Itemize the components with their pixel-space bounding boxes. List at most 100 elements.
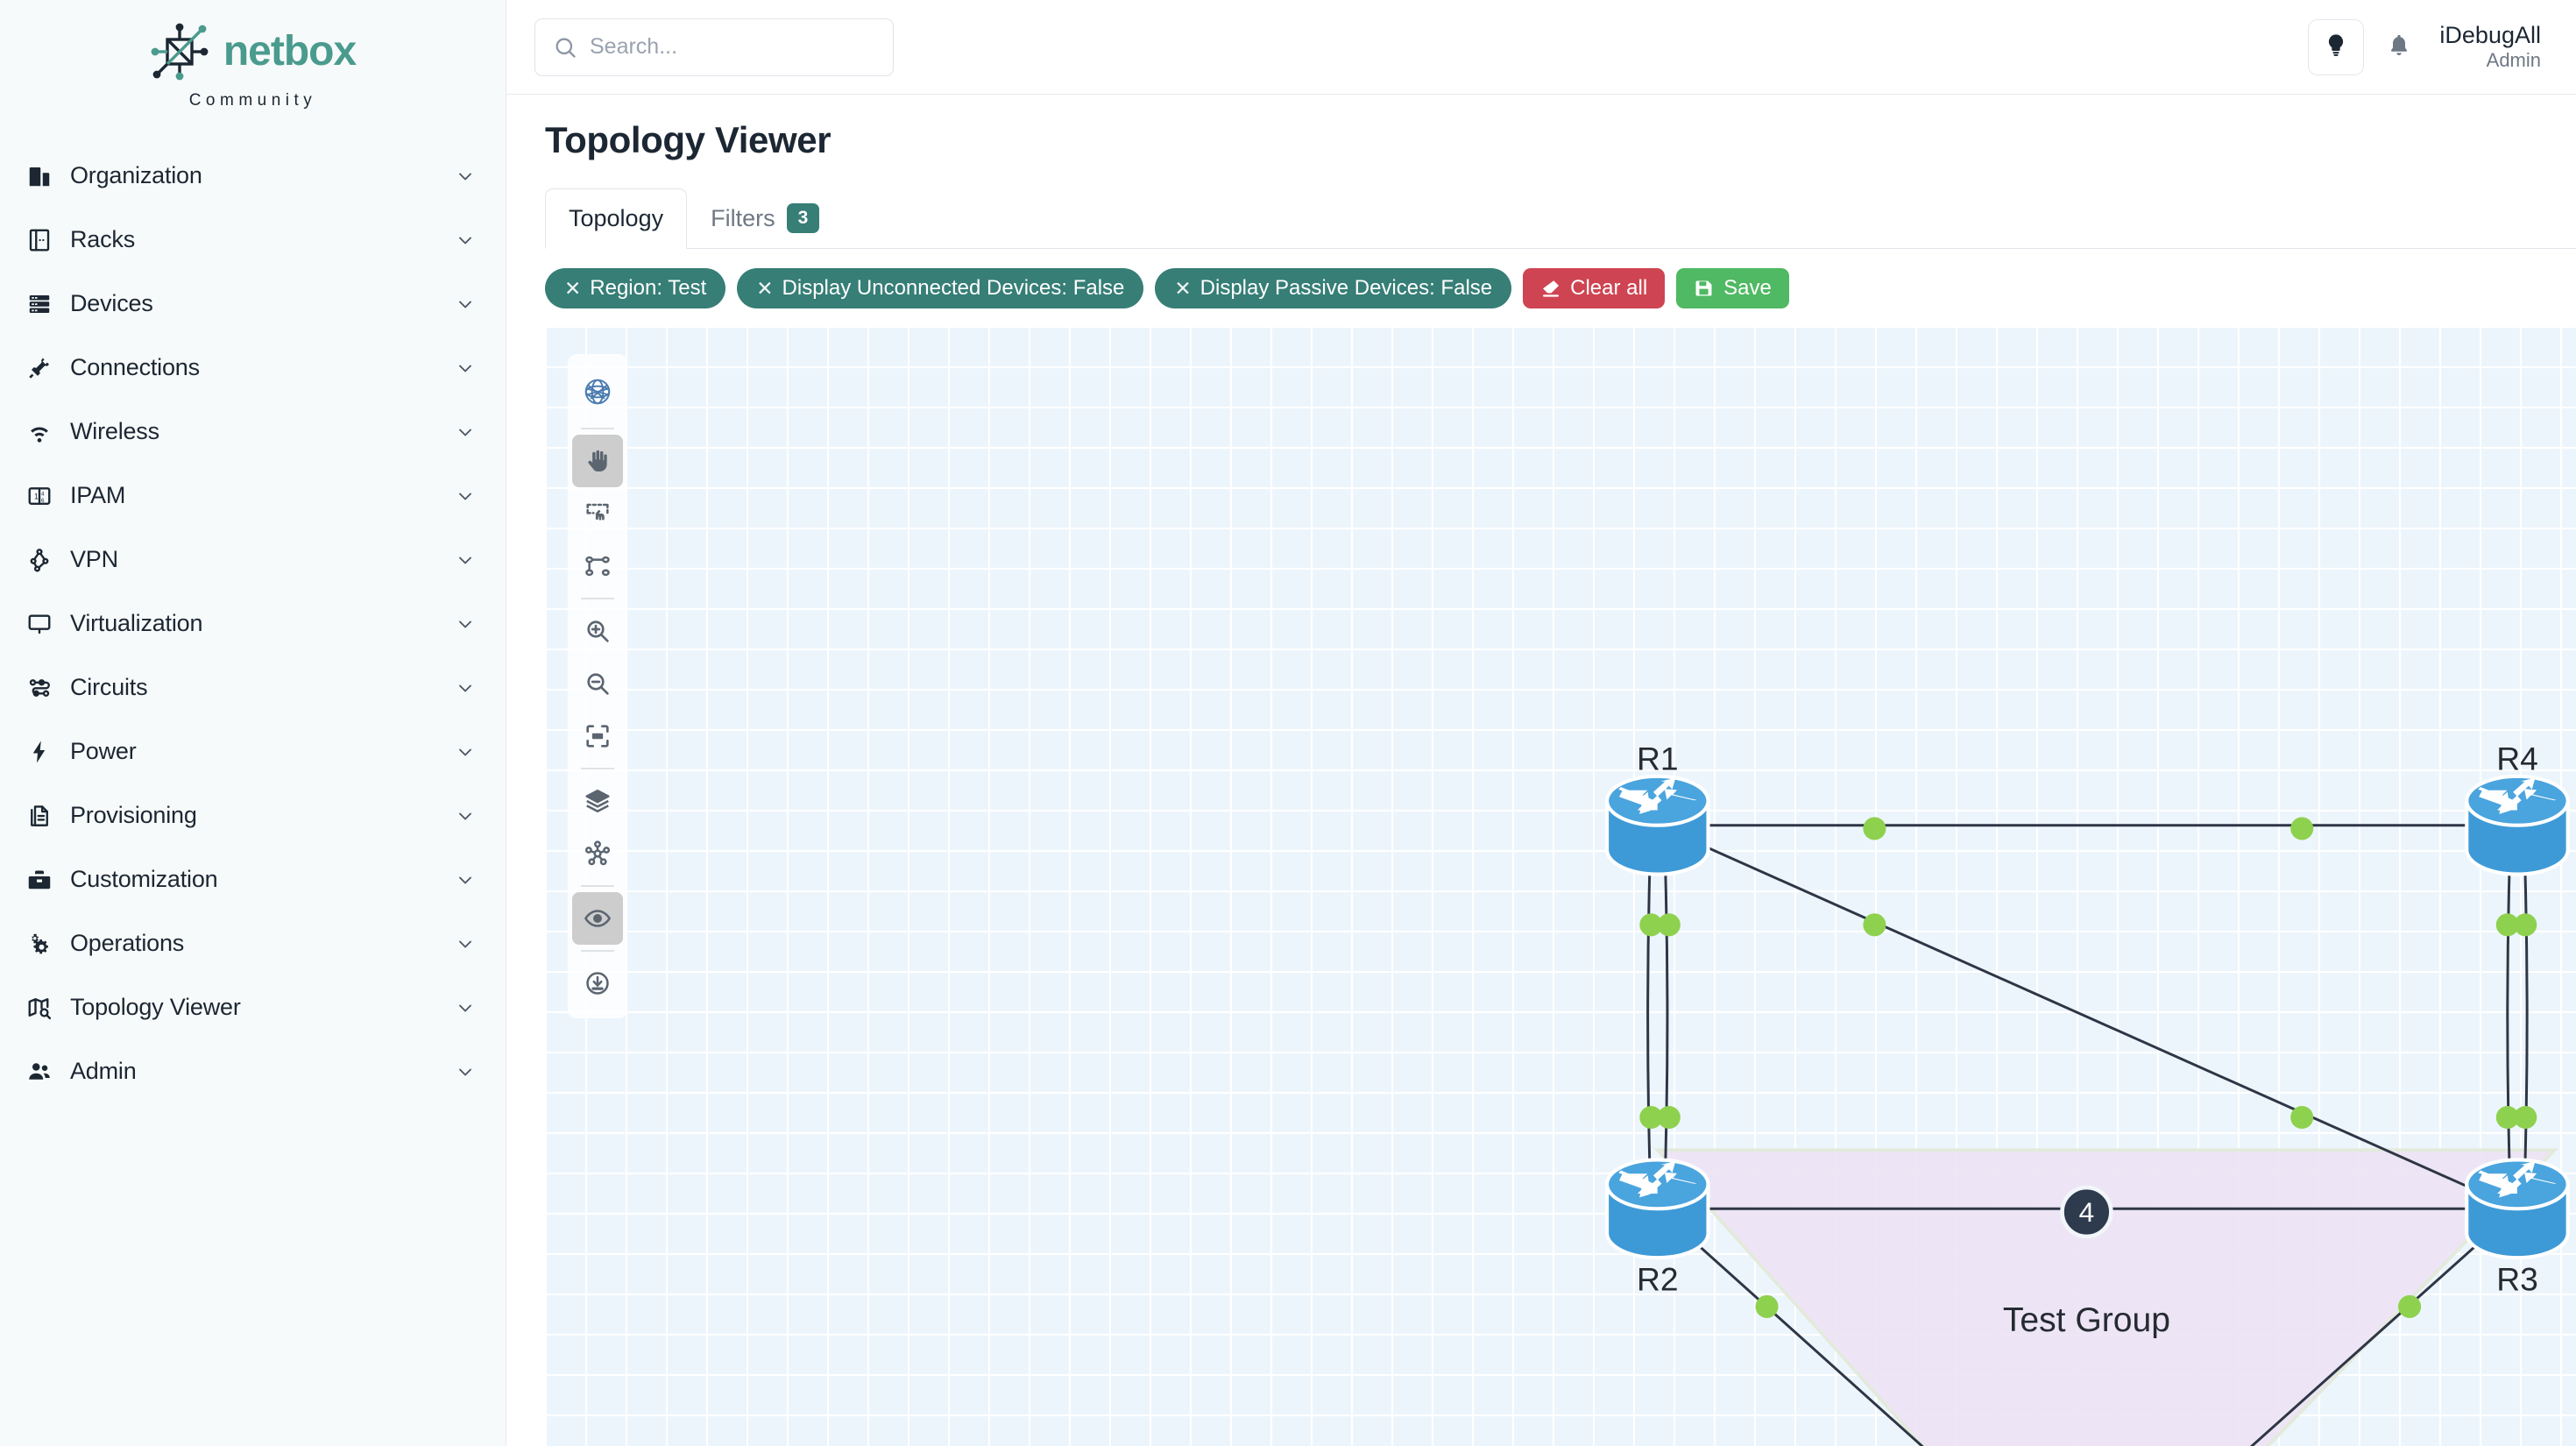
sidebar-item-label: Circuits <box>70 674 148 700</box>
search-input[interactable] <box>590 34 875 60</box>
svg-text:4: 4 <box>41 491 45 497</box>
circuit-icon <box>26 675 61 701</box>
fit-screen-tool[interactable] <box>572 710 623 762</box>
brand-edition: Community <box>188 91 317 110</box>
topology-toolbar <box>568 354 627 1019</box>
tab-topology[interactable]: Topology <box>545 188 688 250</box>
search-box[interactable] <box>534 18 894 76</box>
action-label: Save <box>1723 276 1772 301</box>
sidebar-item-wireless[interactable]: Wireless <box>0 400 506 464</box>
chevron-down-icon[interactable] <box>455 486 476 507</box>
sidebar-item-virtualization[interactable]: Virtualization <box>0 592 506 656</box>
chevron-down-icon[interactable] <box>455 166 476 187</box>
chevron-down-icon[interactable] <box>455 613 476 634</box>
topology-link[interactable] <box>2522 825 2529 1209</box>
eraser-icon <box>1540 278 1561 299</box>
link-endpoint-marker[interactable] <box>2514 913 2537 937</box>
visibility-tool[interactable] <box>572 892 623 946</box>
device-node[interactable]: R4 <box>2465 741 2570 876</box>
sidebar-item-racks[interactable]: Racks <box>0 208 506 272</box>
zoom-out-tool[interactable] <box>572 657 623 710</box>
topology-link[interactable] <box>2506 825 2513 1209</box>
filter-chip[interactable]: ✕ Display Unconnected Devices: False <box>737 268 1144 309</box>
users-icon <box>26 1059 61 1085</box>
user-menu[interactable]: iDebugAll Admin <box>2434 22 2541 71</box>
sidebar-item-operations[interactable]: Operations <box>0 911 506 975</box>
filter-chip[interactable]: ✕ Display Passive Devices: False <box>1155 268 1512 309</box>
sidebar-item-vpn[interactable]: VPN <box>0 528 506 592</box>
zoom-in-tool[interactable] <box>572 605 623 657</box>
notifications-button[interactable] <box>2387 32 2411 62</box>
hub-tool[interactable] <box>572 827 623 880</box>
topology-logo[interactable] <box>572 361 623 422</box>
link-endpoint-marker[interactable] <box>2514 1106 2537 1130</box>
box-select-tool[interactable] <box>572 487 623 540</box>
link-endpoint-marker[interactable] <box>1863 913 1886 937</box>
layers-icon <box>584 787 612 815</box>
chevron-down-icon[interactable] <box>455 549 476 571</box>
link-endpoint-marker[interactable] <box>1657 1106 1681 1130</box>
chevron-down-icon[interactable] <box>455 677 476 698</box>
layers-tool[interactable] <box>572 775 623 827</box>
svg-text:1: 1 <box>34 492 39 500</box>
remove-filter-icon[interactable]: ✕ <box>564 278 581 299</box>
fit-screen-icon <box>584 722 612 750</box>
topbar: iDebugAll Admin <box>506 0 2576 95</box>
remove-filter-icon[interactable]: ✕ <box>1174 278 1191 299</box>
link-endpoint-marker[interactable] <box>1657 913 1681 937</box>
link-endpoint-marker[interactable] <box>2290 1106 2314 1130</box>
pan-tool[interactable] <box>572 435 623 488</box>
remove-filter-icon[interactable]: ✕ <box>756 278 773 299</box>
sidebar-item-label: Racks <box>70 226 136 252</box>
topology-link[interactable] <box>1646 825 1652 1209</box>
gears-icon <box>26 931 61 957</box>
topology-canvas[interactable]: Test Group 4 R1 R4 R2 R3 <box>545 326 2576 1446</box>
chevron-down-icon[interactable] <box>455 1061 476 1082</box>
chevron-down-icon[interactable] <box>455 294 476 315</box>
sidebar-item-organization[interactable]: Organization <box>0 144 506 208</box>
sidebar-item-admin[interactable]: Admin <box>0 1039 506 1103</box>
chevron-down-icon[interactable] <box>455 805 476 826</box>
device-node[interactable]: R3 <box>2465 1158 2570 1298</box>
sidebar-item-label: Devices <box>70 290 153 316</box>
filter-chip[interactable]: ✕ Region: Test <box>545 268 726 309</box>
tab-filters[interactable]: Filters 3 <box>687 187 843 249</box>
chevron-down-icon[interactable] <box>455 869 476 890</box>
device-node-label: R3 <box>2496 1261 2538 1298</box>
sidebar-item-power[interactable]: Power <box>0 719 506 783</box>
chevron-down-icon[interactable] <box>455 933 476 954</box>
chevron-down-icon[interactable] <box>455 230 476 251</box>
chevron-down-icon[interactable] <box>455 997 476 1018</box>
brand[interactable]: netbox Community <box>0 0 506 130</box>
device-node[interactable]: R1 <box>1605 741 1710 876</box>
sidebar-item-ipam[interactable]: 1 4 6 IPAM <box>0 464 506 528</box>
topology-graph[interactable]: Test Group 4 R1 R4 R2 R3 <box>545 326 2576 1446</box>
clear-all-button[interactable]: Clear all <box>1523 268 1666 309</box>
globe-mesh-icon <box>581 375 614 408</box>
device-node[interactable]: R2 <box>1605 1158 1710 1298</box>
sidebar-item-provisioning[interactable]: Provisioning <box>0 783 506 847</box>
sidebar-item-connections[interactable]: Connections <box>0 336 506 400</box>
link-endpoint-marker[interactable] <box>2290 817 2314 840</box>
search-icon <box>553 35 577 60</box>
link-endpoint-marker[interactable] <box>2398 1295 2422 1319</box>
save-button[interactable]: Save <box>1676 268 1789 309</box>
download-tool[interactable] <box>572 957 623 1010</box>
sidebar-item-topology-viewer[interactable]: Topology Viewer <box>0 975 506 1039</box>
layout-tool[interactable] <box>572 540 623 592</box>
toolbar-separator <box>581 885 614 888</box>
rack-icon <box>26 227 61 253</box>
sidebar-item-devices[interactable]: Devices <box>0 272 506 336</box>
sidebar-item-circuits[interactable]: Circuits <box>0 656 506 719</box>
link-endpoint-marker[interactable] <box>1755 1295 1779 1319</box>
theme-toggle-button[interactable] <box>2308 18 2365 75</box>
sidebar-item-customization[interactable]: Customization <box>0 847 506 911</box>
link-count-badge-label: 4 <box>2079 1196 2095 1228</box>
sidebar-item-label: Operations <box>70 930 185 956</box>
chevron-down-icon[interactable] <box>455 422 476 443</box>
link-endpoint-marker[interactable] <box>1863 817 1886 840</box>
chevron-down-icon[interactable] <box>455 741 476 762</box>
chevron-down-icon[interactable] <box>455 358 476 379</box>
filter-chip-label: Region: Test <box>590 276 707 301</box>
topology-link[interactable] <box>1662 825 1669 1209</box>
